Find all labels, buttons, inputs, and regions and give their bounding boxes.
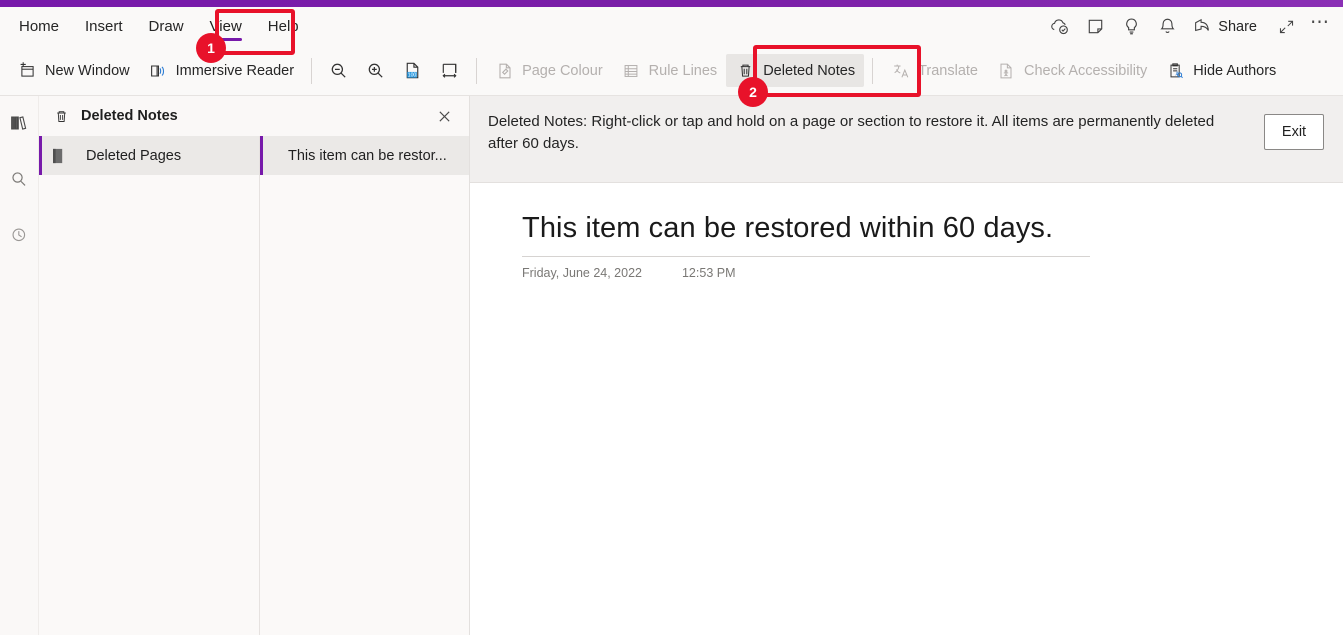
- title-bar: [0, 0, 1343, 7]
- translate-button: Translate: [881, 54, 987, 87]
- page-width-button[interactable]: [431, 54, 468, 87]
- immersive-reader-button[interactable]: Immersive Reader: [139, 54, 303, 87]
- zoom-out-icon: [328, 60, 349, 81]
- deleted-sections-list: Deleted Pages: [39, 136, 260, 635]
- share-label: Share: [1218, 18, 1257, 35]
- ribbon-separator: [872, 57, 874, 84]
- ribbon-separator: [476, 57, 478, 84]
- lightbulb-icon[interactable]: [1114, 11, 1148, 43]
- zoom-in-icon: [365, 60, 386, 81]
- hide-authors-icon: A: [1165, 60, 1186, 81]
- page-title[interactable]: This item can be restored within 60 days…: [522, 211, 1053, 254]
- rule-lines-label: Rule Lines: [648, 62, 718, 79]
- deleted-notes-panel-title: Deleted Notes: [81, 108, 178, 124]
- list-item[interactable]: Deleted Pages: [39, 136, 259, 175]
- immersive-reader-label: Immersive Reader: [175, 62, 295, 79]
- ribbon-tab-strip: Home Insert Draw View Help Share ⋯: [0, 7, 1343, 46]
- quick-access-toolbar: Share ⋯: [1042, 7, 1335, 46]
- content-area: Deleted Notes: Right-click or tap and ho…: [470, 96, 1343, 635]
- check-accessibility-button: Check Accessibility: [987, 54, 1156, 87]
- page-metadata: Friday, June 24, 2022 12:53 PM: [522, 266, 1343, 280]
- zoom-in-button[interactable]: [357, 54, 394, 87]
- new-window-label: New Window: [45, 62, 130, 79]
- exit-button[interactable]: Exit: [1264, 114, 1324, 150]
- page-label: This item can be restor...: [288, 147, 447, 164]
- expand-icon[interactable]: [1269, 11, 1303, 43]
- translate-icon: [890, 60, 911, 81]
- tab-draw[interactable]: Draw: [136, 7, 197, 46]
- page-colour-label: Page Colour: [522, 62, 603, 79]
- new-window-button[interactable]: New Window: [8, 54, 139, 87]
- ribbon-separator: [311, 57, 313, 84]
- page-colour-button: Page Colour: [485, 54, 612, 87]
- sync-cloud-icon[interactable]: [1042, 11, 1076, 43]
- trash-icon: [53, 108, 71, 125]
- page-width-icon: [439, 60, 460, 81]
- rule-lines-button: Rule Lines: [612, 54, 727, 87]
- left-navigation-rail: [0, 96, 39, 635]
- hide-authors-label: Hide Authors: [1193, 62, 1277, 79]
- title-divider: [522, 255, 1090, 257]
- check-accessibility-icon: [996, 60, 1017, 81]
- zoom-100-button[interactable]: 100: [394, 54, 431, 87]
- svg-text:100: 100: [408, 73, 417, 79]
- rule-lines-icon: [621, 60, 642, 81]
- more-options-icon[interactable]: ⋯: [1305, 7, 1335, 47]
- deleted-notes-label: Deleted Notes: [763, 62, 856, 79]
- immersive-reader-icon: [148, 60, 169, 81]
- close-icon[interactable]: [431, 103, 457, 129]
- panel-columns: Deleted Pages This item can be restor...: [39, 136, 469, 635]
- info-bar-message: Deleted Notes: Right-click or tap and ho…: [488, 113, 1215, 153]
- tab-home[interactable]: Home: [6, 7, 72, 46]
- tab-help[interactable]: Help: [255, 7, 312, 46]
- check-accessibility-label: Check Accessibility: [1023, 62, 1148, 79]
- deleted-notes-panel: Deleted Notes Deleted Pages This item ca…: [39, 96, 470, 635]
- page-time: 12:53 PM: [681, 265, 736, 280]
- section-label: Deleted Pages: [86, 147, 182, 164]
- share-button[interactable]: Share: [1186, 11, 1267, 43]
- main-body: Deleted Notes Deleted Pages This item ca…: [0, 96, 1343, 635]
- share-icon: [1192, 15, 1212, 39]
- deleted-notes-panel-header: Deleted Notes: [39, 96, 469, 136]
- new-window-icon: [17, 60, 38, 81]
- page-colour-icon: [494, 60, 515, 81]
- zoom-100-icon: 100: [402, 60, 423, 81]
- deleted-notes-info-bar: Deleted Notes: Right-click or tap and ho…: [470, 96, 1343, 183]
- search-icon[interactable]: [4, 164, 34, 194]
- tab-view[interactable]: View: [197, 7, 255, 46]
- section-icon: [51, 147, 65, 164]
- ribbon-command-bar: New Window Immersive Reader 100 Page Col…: [0, 46, 1343, 96]
- translate-label: Translate: [918, 62, 978, 79]
- deleted-pages-list: This item can be restor...: [260, 136, 469, 635]
- bell-icon[interactable]: [1150, 11, 1184, 43]
- tab-insert[interactable]: Insert: [72, 7, 136, 46]
- trash-icon: [735, 60, 756, 81]
- page-date: Friday, June 24, 2022: [522, 265, 642, 280]
- hide-authors-button[interactable]: A Hide Authors: [1156, 54, 1285, 87]
- zoom-out-button[interactable]: [320, 54, 357, 87]
- recent-notes-icon[interactable]: [4, 220, 34, 250]
- page-canvas[interactable]: This item can be restored within 60 days…: [470, 183, 1343, 635]
- list-item[interactable]: This item can be restor...: [260, 136, 469, 175]
- deleted-notes-button[interactable]: Deleted Notes: [726, 54, 865, 87]
- onenote-window: Home Insert Draw View Help Share ⋯ New W…: [0, 0, 1343, 635]
- notebooks-icon[interactable]: [4, 108, 34, 138]
- sticky-note-icon[interactable]: [1078, 11, 1112, 43]
